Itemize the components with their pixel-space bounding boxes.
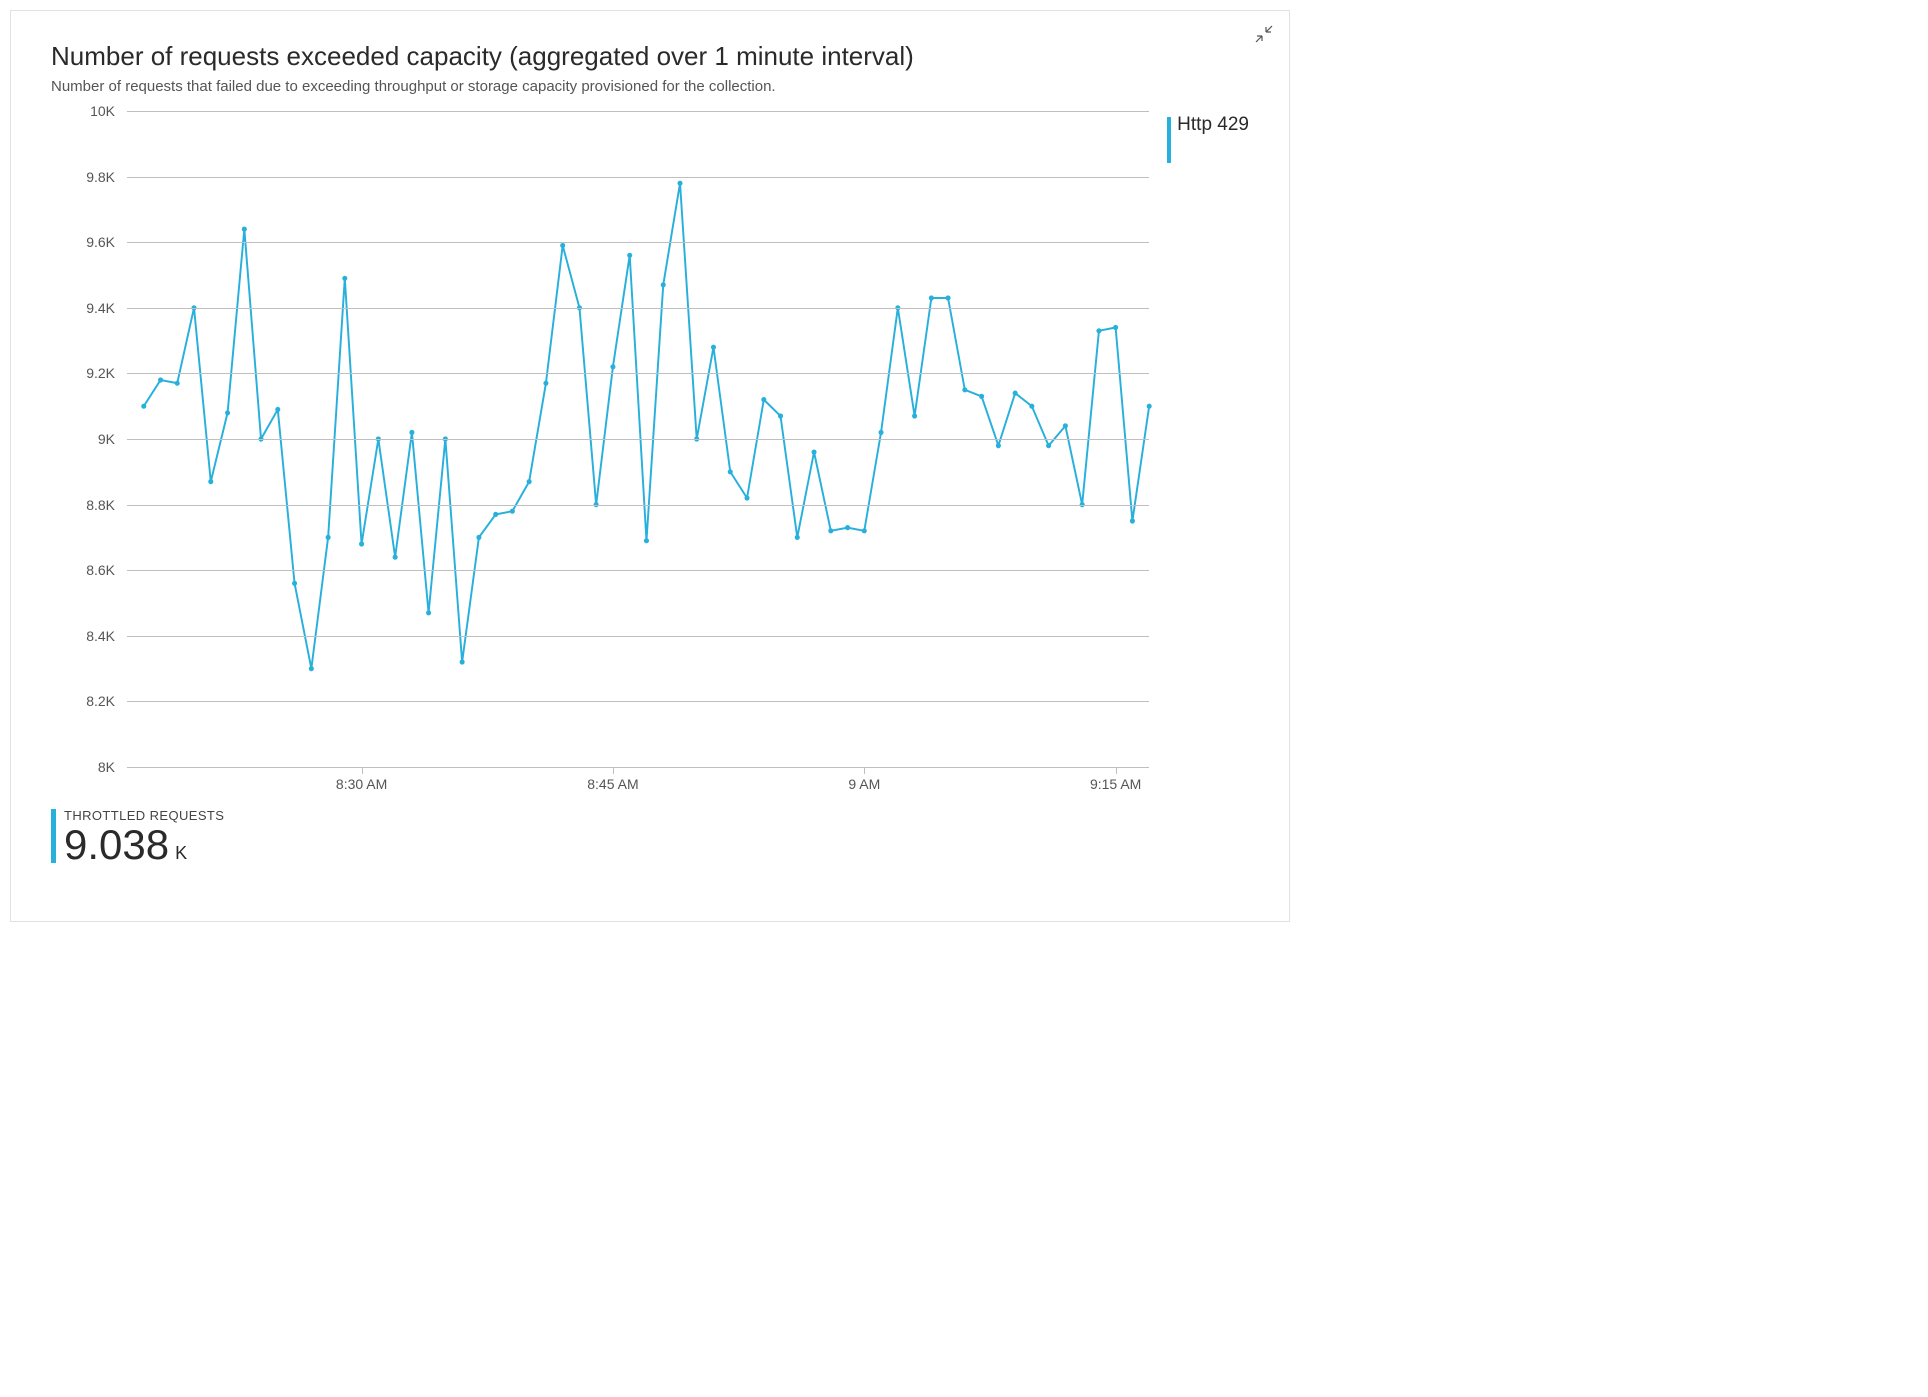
data-point (946, 295, 951, 300)
data-point (476, 535, 481, 540)
data-point (879, 430, 884, 435)
data-point (1130, 518, 1135, 523)
data-point (275, 407, 280, 412)
data-point (1096, 328, 1101, 333)
data-point (761, 397, 766, 402)
data-point (326, 535, 331, 540)
data-point (610, 364, 615, 369)
data-point (292, 581, 297, 586)
data-point (342, 276, 347, 281)
data-point (141, 404, 146, 409)
data-point (493, 512, 498, 517)
y-tick-label: 8.6K (51, 562, 121, 578)
gridline (127, 177, 1149, 178)
legend-item: Http 429 (1167, 113, 1249, 163)
data-point (996, 443, 1001, 448)
data-point (862, 528, 867, 533)
chart-panel: Number of requests exceeded capacity (ag… (10, 10, 1290, 922)
data-point (426, 610, 431, 615)
y-tick-label: 10K (51, 103, 121, 119)
gridline (127, 373, 1149, 374)
data-point (359, 541, 364, 546)
data-point (744, 495, 749, 500)
line-series (144, 183, 1149, 668)
y-tick-label: 9.4K (51, 300, 121, 316)
summary-metric: THROTTLED REQUESTS 9.038K (51, 809, 1249, 866)
data-point (1063, 423, 1068, 428)
chart-plot-area: 8:30 AM 8:45 AM 9 AM 9:15 AM 8K 8.2K 8.4K 8.6K… (51, 111, 1153, 799)
gridline (127, 308, 1149, 309)
data-point (560, 243, 565, 248)
data-point (1113, 325, 1118, 330)
data-point (409, 430, 414, 435)
chart-subtitle: Number of requests that failed due to ex… (51, 78, 1249, 95)
x-tick-label: 8:30 AM (336, 776, 387, 792)
data-point (1046, 443, 1051, 448)
data-point (845, 525, 850, 530)
x-tick-mark (362, 768, 363, 774)
gridline (127, 570, 1149, 571)
data-point (677, 181, 682, 186)
gridline (127, 111, 1149, 112)
collapse-icon[interactable] (1255, 25, 1273, 43)
data-point (460, 659, 465, 664)
data-point (242, 227, 247, 232)
data-point (158, 377, 163, 382)
data-point (175, 381, 180, 386)
summary-accent-bar (51, 809, 56, 863)
y-tick-label: 8.8K (51, 497, 121, 513)
y-tick-label: 8.4K (51, 628, 121, 644)
y-tick-label: 9.2K (51, 365, 121, 381)
x-tick-label: 9 AM (848, 776, 880, 792)
data-point (812, 450, 817, 455)
gridline (127, 242, 1149, 243)
data-point (393, 555, 398, 560)
data-point (661, 282, 666, 287)
gridline (127, 701, 1149, 702)
data-point (644, 538, 649, 543)
data-point (728, 469, 733, 474)
y-tick-label: 9K (51, 431, 121, 447)
gridline (127, 439, 1149, 440)
data-point (778, 413, 783, 418)
x-tick-label: 8:45 AM (587, 776, 638, 792)
y-tick-label: 9.6K (51, 234, 121, 250)
data-point (912, 413, 917, 418)
data-point (1147, 404, 1152, 409)
data-point (309, 666, 314, 671)
legend: Http 429 (1167, 111, 1249, 799)
data-point (208, 479, 213, 484)
x-tick-mark (1116, 768, 1117, 774)
data-point (627, 253, 632, 258)
chart-title: Number of requests exceeded capacity (ag… (51, 41, 1249, 72)
data-point (1013, 391, 1018, 396)
data-point (828, 528, 833, 533)
data-point (979, 394, 984, 399)
gridline (127, 505, 1149, 506)
data-point (510, 509, 515, 514)
data-point (962, 387, 967, 392)
data-point (1029, 404, 1034, 409)
data-point (543, 381, 548, 386)
y-tick-label: 9.8K (51, 169, 121, 185)
gridline (127, 636, 1149, 637)
data-point (527, 479, 532, 484)
data-point (225, 410, 230, 415)
data-point (795, 535, 800, 540)
data-point (711, 345, 716, 350)
y-tick-label: 8K (51, 759, 121, 775)
data-point (929, 295, 934, 300)
x-tick-mark (864, 768, 865, 774)
legend-label: Http 429 (1177, 113, 1249, 136)
x-tick-mark (613, 768, 614, 774)
summary-value: 9.038K (64, 824, 224, 866)
legend-swatch (1167, 117, 1171, 163)
x-tick-label: 9:15 AM (1090, 776, 1141, 792)
y-tick-label: 8.2K (51, 693, 121, 709)
